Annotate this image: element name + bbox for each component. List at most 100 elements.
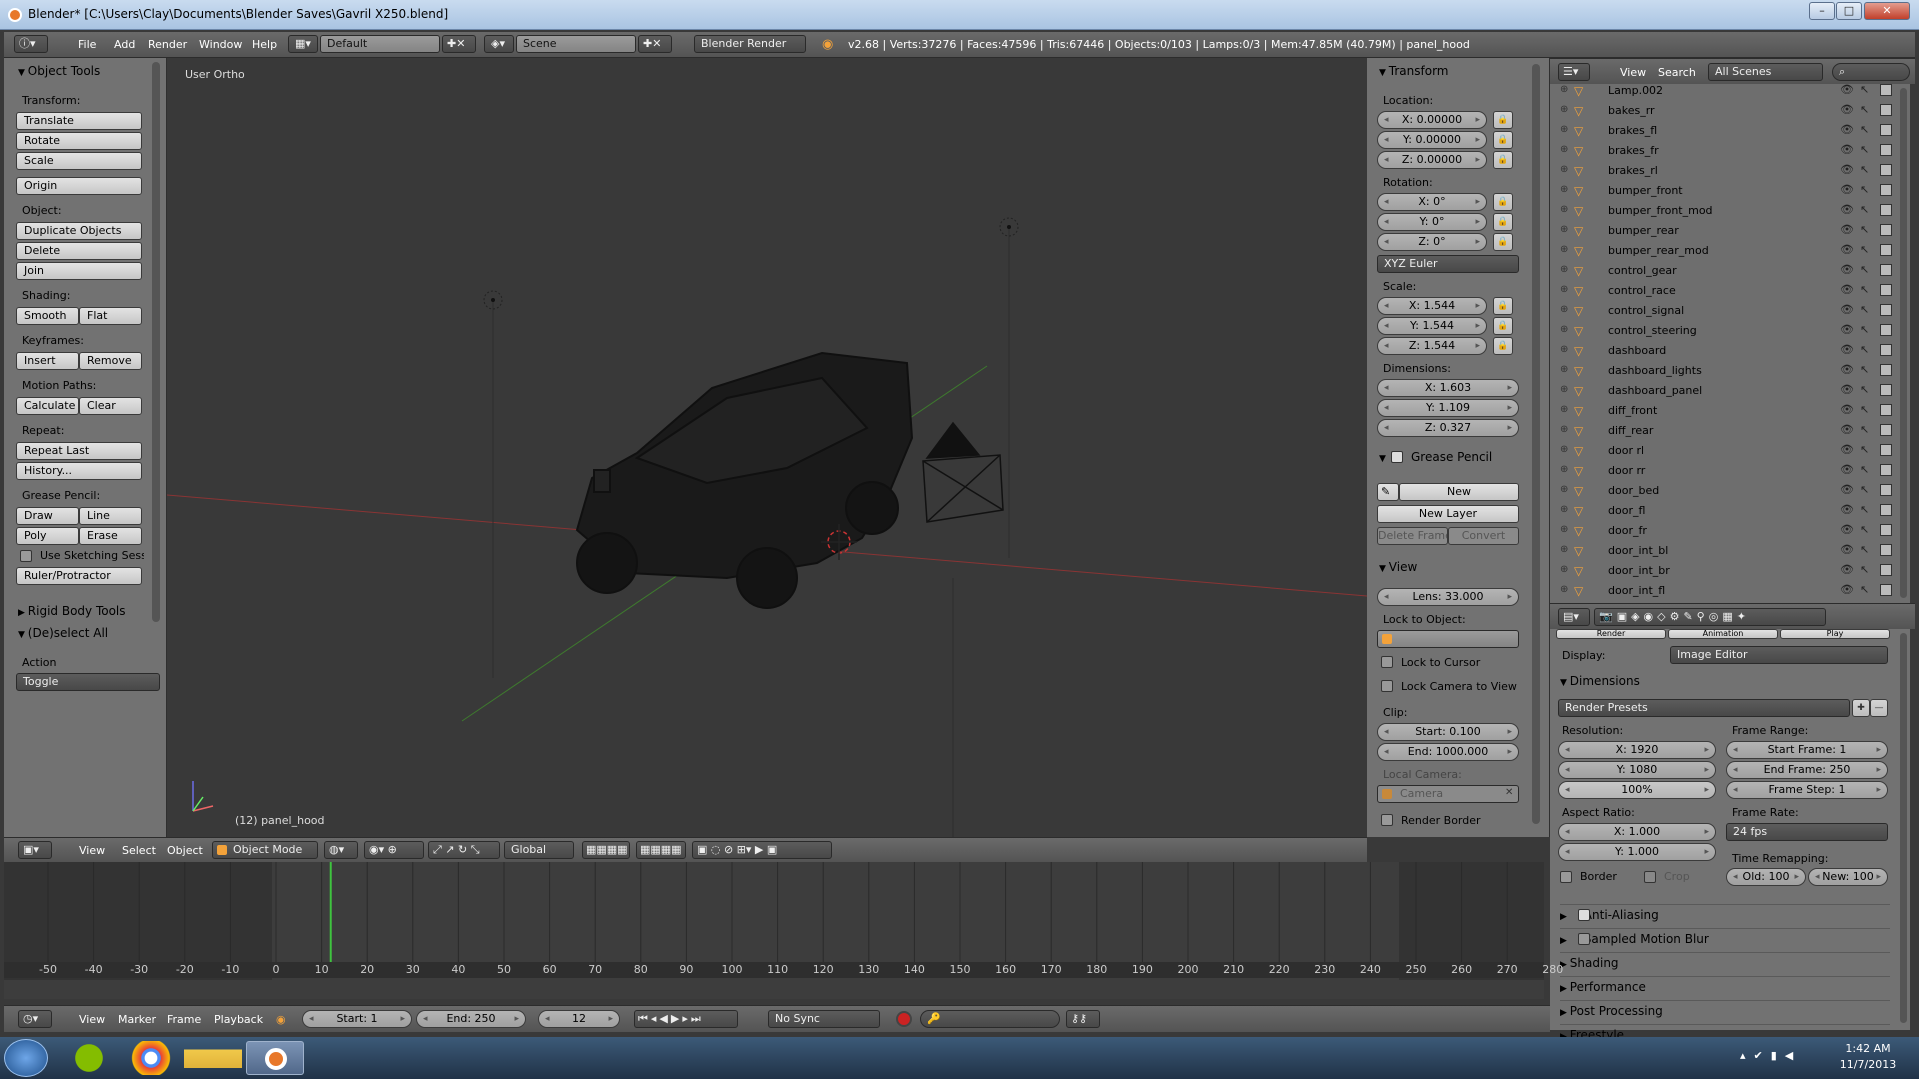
expand-icon[interactable]: ⊕ (1560, 224, 1568, 235)
history-button[interactable]: History... (16, 462, 142, 480)
dimension-x-field[interactable]: X: 1.603 (1377, 379, 1519, 397)
scale-y-field[interactable]: Y: 1.544 (1377, 317, 1487, 335)
minimize-button[interactable]: – (1809, 2, 1835, 20)
render-camera-icon[interactable] (1880, 464, 1892, 476)
sketching-checkbox[interactable] (20, 550, 32, 562)
record-icon[interactable] (896, 1011, 912, 1027)
playback-controls-icons[interactable]: ⏮◂◀▶▸⏭ (634, 1010, 738, 1028)
lock-scale-z-icon[interactable]: 🔒 (1493, 337, 1513, 355)
tools-scrollbar[interactable] (152, 62, 160, 622)
selectable-arrow-icon[interactable]: ↖ (1860, 143, 1869, 156)
screen-layout-field[interactable]: Default (320, 35, 440, 53)
object-mode-select[interactable]: Object Mode (212, 841, 318, 859)
lock-object-field[interactable] (1377, 630, 1519, 648)
keying-icon[interactable]: ◉ (276, 1013, 286, 1026)
lock-loc-z-icon[interactable]: 🔒 (1493, 151, 1513, 169)
expand-icon[interactable]: ⊕ (1560, 584, 1568, 595)
grease-new-button[interactable]: New (1399, 483, 1519, 501)
outliner-menu-view[interactable]: View (1620, 66, 1646, 79)
layer-buttons-right[interactable]: ▦▦▦▦ (636, 841, 686, 859)
visibility-eye-icon[interactable]: 👁 (1840, 543, 1854, 556)
delete-frame-button[interactable]: Delete Frame (1377, 527, 1448, 545)
lock-scale-x-icon[interactable]: 🔒 (1493, 297, 1513, 315)
expand-icon[interactable]: ⊕ (1560, 304, 1568, 315)
delete-button[interactable]: Delete (16, 242, 142, 260)
render-camera-icon[interactable] (1880, 184, 1892, 196)
selectable-arrow-icon[interactable]: ↖ (1860, 103, 1869, 116)
visibility-eye-icon[interactable]: 👁 (1840, 83, 1854, 96)
visibility-eye-icon[interactable]: 👁 (1840, 523, 1854, 536)
render-camera-icon[interactable] (1880, 504, 1892, 516)
lock-loc-y-icon[interactable]: 🔒 (1493, 131, 1513, 149)
render-border-checkbox[interactable] (1381, 814, 1393, 826)
outliner-item-label[interactable]: diff_rear (1608, 424, 1653, 437)
render-camera-icon[interactable] (1880, 144, 1892, 156)
frame-step-field[interactable]: Frame Step: 1 (1726, 781, 1888, 799)
start-button-icon[interactable] (4, 1039, 48, 1077)
outliner-item[interactable]: ⊕ ▽ door_fr 👁 ↖ (1550, 521, 1900, 541)
outliner-item-label[interactable]: bumper_rear (1608, 224, 1679, 237)
outliner-item[interactable]: ⊕ ▽ door rr 👁 ↖ (1550, 461, 1900, 481)
outliner-item-label[interactable]: dashboard_panel (1608, 384, 1702, 397)
visibility-eye-icon[interactable]: 👁 (1840, 483, 1854, 496)
expand-icon[interactable]: ⊕ (1560, 384, 1568, 395)
maximize-button[interactable]: □ (1836, 2, 1862, 20)
render-camera-icon[interactable] (1880, 424, 1892, 436)
expand-icon[interactable]: ⊕ (1560, 564, 1568, 575)
location-y-field[interactable]: Y: 0.00000 (1377, 131, 1487, 149)
time-old-field[interactable]: Old: 100 (1726, 868, 1806, 886)
clock-date[interactable]: 11/7/2013 (1838, 1058, 1898, 1071)
outliner-item-label[interactable]: bumper_front (1608, 184, 1683, 197)
selectable-arrow-icon[interactable]: ↖ (1860, 263, 1869, 276)
3d-viewport[interactable]: User Ortho (12) panel_hood (167, 58, 1367, 837)
time-new-field[interactable]: New: 100 (1808, 868, 1888, 886)
viewport-menu-select[interactable]: Select (122, 844, 156, 857)
ruler-protractor-button[interactable]: Ruler/Protractor (16, 567, 142, 585)
resolution-y-field[interactable]: Y: 1080 (1558, 761, 1716, 779)
visibility-eye-icon[interactable]: 👁 (1840, 303, 1854, 316)
resolution-x-field[interactable]: X: 1920 (1558, 741, 1716, 759)
system-tray-icons[interactable]: ▴✔▮◀ (1740, 1049, 1801, 1062)
close-button[interactable]: ✕ (1864, 2, 1910, 20)
render-camera-icon[interactable] (1880, 564, 1892, 576)
outliner-item-label[interactable]: door_int_fl (1608, 584, 1665, 597)
selectable-arrow-icon[interactable]: ↖ (1860, 323, 1869, 336)
view-header[interactable]: View (1379, 560, 1417, 574)
visibility-eye-icon[interactable]: 👁 (1840, 343, 1854, 356)
render-camera-icon[interactable] (1880, 204, 1892, 216)
local-camera-field[interactable]: Camera (1377, 785, 1519, 803)
selectable-arrow-icon[interactable]: ↖ (1860, 223, 1869, 236)
selectable-arrow-icon[interactable]: ↖ (1860, 203, 1869, 216)
visibility-eye-icon[interactable]: 👁 (1840, 443, 1854, 456)
menu-window[interactable]: Window (199, 38, 242, 51)
expand-icon[interactable]: ⊕ (1560, 444, 1568, 455)
section-enable-checkbox[interactable] (1578, 933, 1590, 945)
end-frame-field[interactable]: End Frame: 250 (1726, 761, 1888, 779)
outliner-item-label[interactable]: door rr (1608, 464, 1645, 477)
layout-add-remove-icon[interactable]: ✚✕ (442, 35, 476, 53)
convert-button[interactable]: Convert (1448, 527, 1519, 545)
outliner-item-label[interactable]: Lamp.002 (1608, 84, 1663, 97)
render-camera-icon[interactable] (1880, 304, 1892, 316)
dimensions-header[interactable]: Dimensions (1560, 674, 1640, 688)
frame-rate-select[interactable]: 24 fps (1726, 823, 1888, 841)
outliner-item-label[interactable]: brakes_fr (1608, 144, 1659, 157)
scene-icon[interactable]: ◈▾ (484, 35, 514, 53)
viewport-menu-view[interactable]: View (79, 844, 105, 857)
grease-pencil-checkbox[interactable] (1391, 451, 1403, 463)
render-engine-select[interactable]: Blender Render (694, 35, 806, 53)
clip-end-field[interactable]: End: 1000.000 (1377, 743, 1519, 761)
keying-set-field[interactable]: 🔑 (920, 1010, 1060, 1028)
timeline-menu-view[interactable]: View (79, 1013, 105, 1026)
scene-field[interactable]: Scene (516, 35, 636, 53)
file-explorer-icon[interactable] (184, 1041, 242, 1075)
selectable-arrow-icon[interactable]: ↖ (1860, 283, 1869, 296)
scale-z-field[interactable]: Z: 1.544 (1377, 337, 1487, 355)
visibility-eye-icon[interactable]: 👁 (1840, 383, 1854, 396)
transform-manipulator-icons[interactable]: ⤢ ↗ ↻ ⤡ (428, 841, 500, 859)
render-camera-icon[interactable] (1880, 484, 1892, 496)
outliner-item-label[interactable]: brakes_rl (1608, 164, 1658, 177)
render-camera-icon[interactable] (1880, 584, 1892, 596)
display-select[interactable]: Image Editor (1670, 646, 1888, 664)
render-camera-icon[interactable] (1880, 324, 1892, 336)
